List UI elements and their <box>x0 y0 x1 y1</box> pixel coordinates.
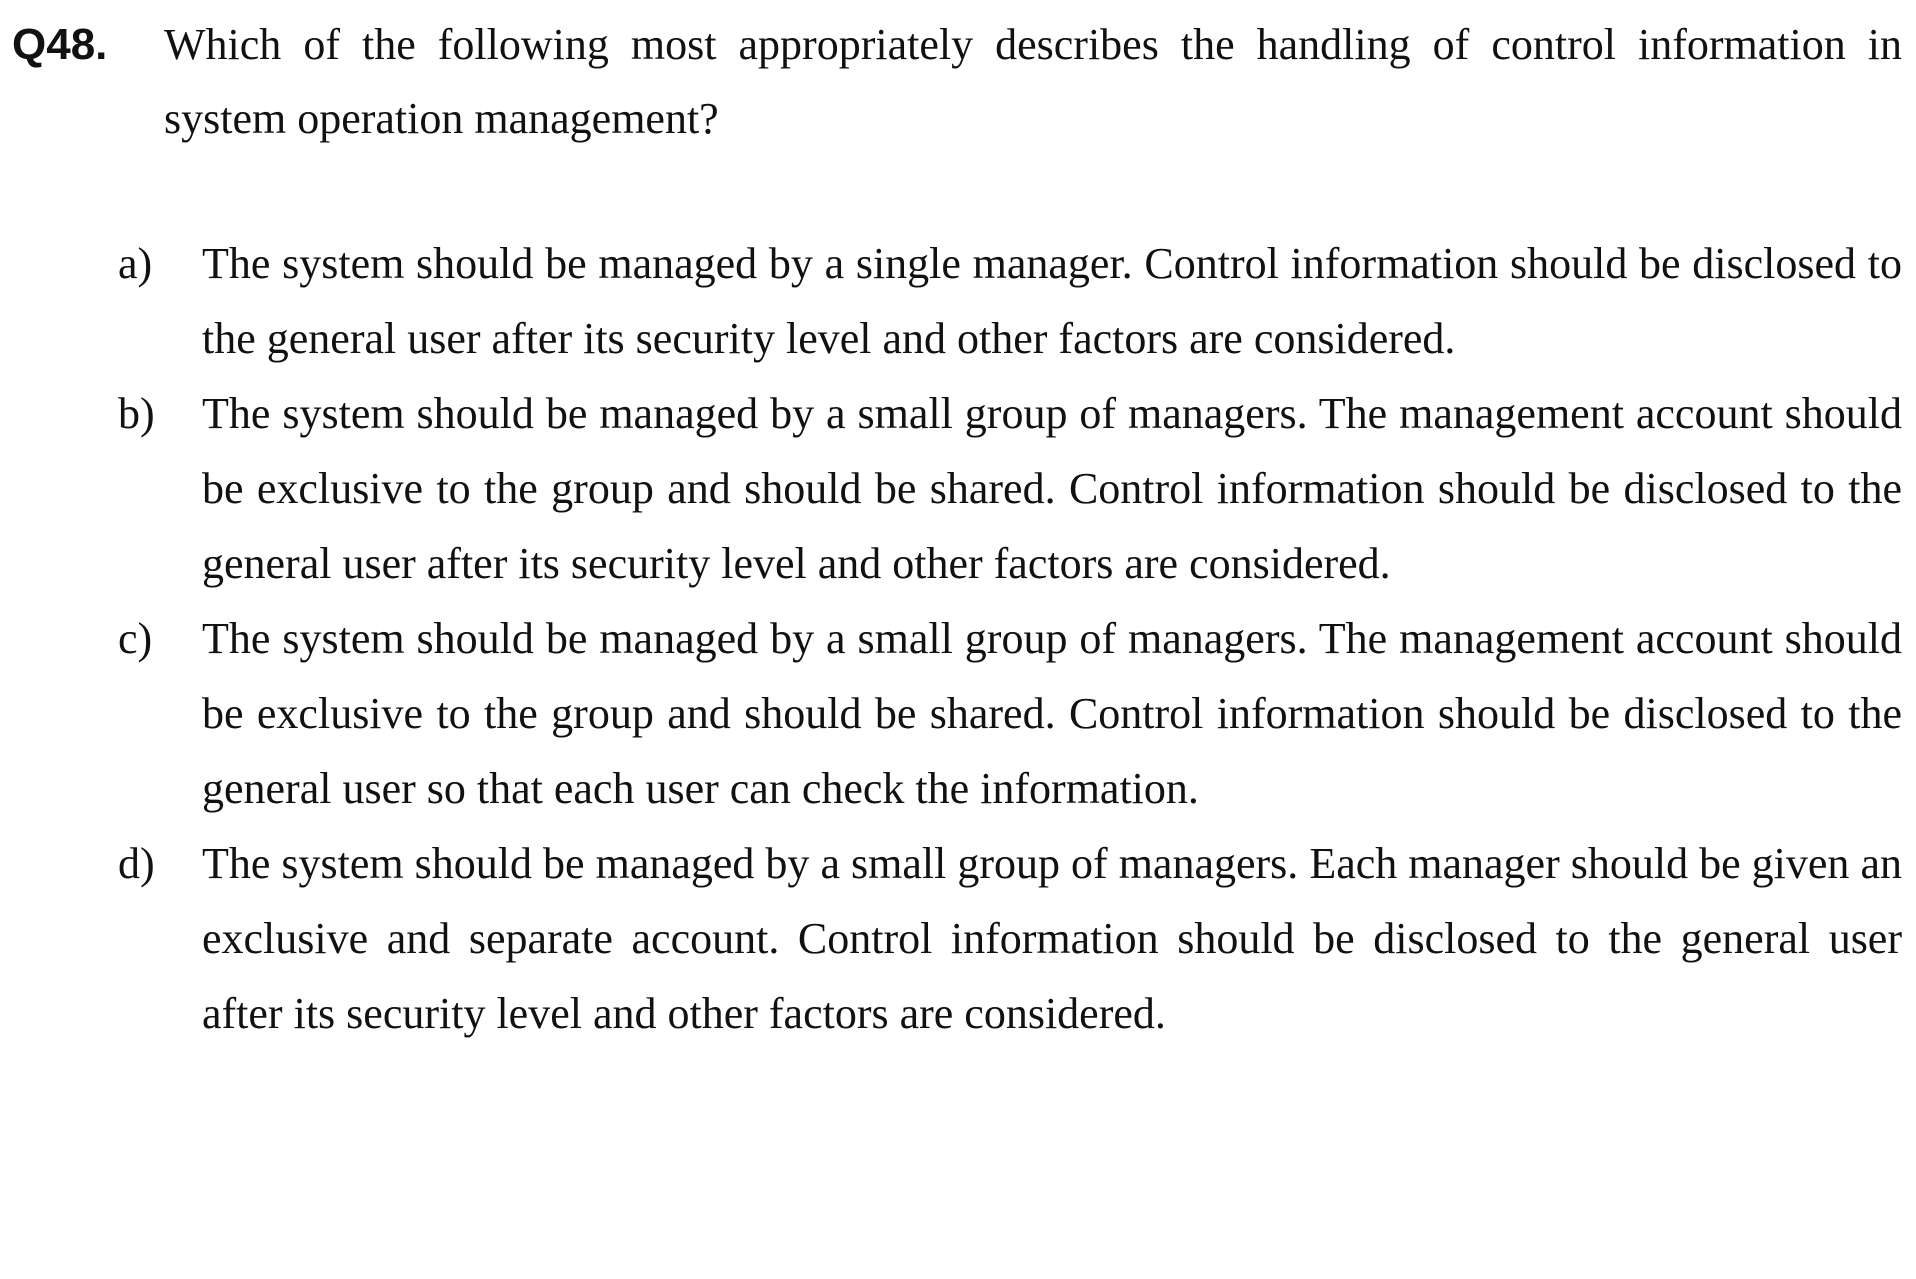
option-text: The system should be managed by a small … <box>202 389 1902 588</box>
option-text: The system should be managed by a small … <box>202 614 1902 813</box>
exam-page: Q48. Which of the following most appropr… <box>0 0 1916 1279</box>
option-b: b) The system should be managed by a sma… <box>118 376 1902 601</box>
option-c: c) The system should be managed by a sma… <box>118 601 1902 826</box>
option-letter: a) <box>118 239 153 288</box>
option-letter: c) <box>118 614 153 663</box>
option-text: The system should be managed by a small … <box>202 839 1902 1038</box>
option-a: a) The system should be managed by a sin… <box>118 226 1902 376</box>
option-d: d) The system should be managed by a sma… <box>118 826 1902 1051</box>
option-letter: d) <box>118 839 155 888</box>
question-number: Q48. <box>12 20 108 69</box>
option-text: The system should be managed by a single… <box>202 239 1902 363</box>
answer-options: a) The system should be managed by a sin… <box>118 226 1902 1051</box>
option-letter: b) <box>118 389 155 438</box>
question-block: Q48. Which of the following most appropr… <box>12 8 1902 156</box>
question-text: Which of the following most appropriatel… <box>164 20 1902 143</box>
